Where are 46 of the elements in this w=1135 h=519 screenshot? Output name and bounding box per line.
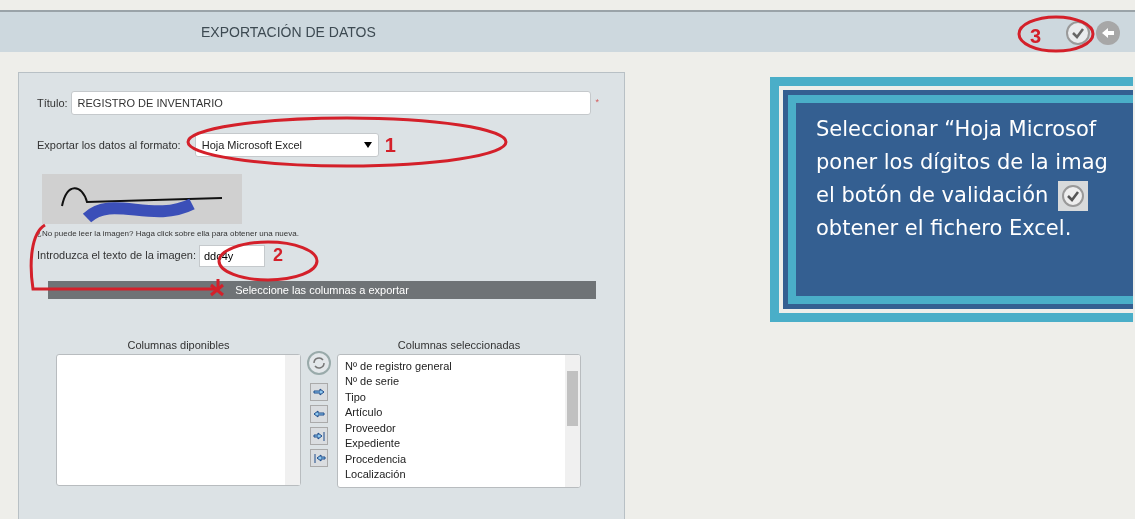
annotation-number: 2: [273, 244, 283, 267]
scrollbar[interactable]: [565, 354, 580, 487]
list-item[interactable]: Tipo: [345, 389, 564, 405]
list-item[interactable]: Expediente: [345, 436, 564, 452]
section-header: Seleccione las columnas a exportar: [48, 281, 596, 299]
move-right-button[interactable]: [310, 383, 328, 401]
checkmark-icon: [1058, 181, 1089, 211]
arrow-right-icon: [313, 388, 325, 396]
format-label: Exportar los datos al formato:: [37, 137, 181, 153]
refresh-icon: [312, 356, 326, 370]
scrollbar-thumb[interactable]: [567, 370, 578, 426]
annotation-number: 3: [1030, 24, 1042, 49]
arrow-left-icon: [1101, 27, 1115, 39]
list-label: Columnas diponibles: [127, 338, 230, 353]
required-mark: *: [595, 96, 600, 110]
arrow-right-bar-icon: [312, 431, 326, 441]
checkmark-icon: [1071, 27, 1085, 39]
move-all-left-button[interactable]: [310, 449, 328, 467]
refresh-button[interactable]: [307, 351, 331, 375]
selected-columns-list[interactable]: Nº de registro general Nº de serie Tipo Artículo Proveedor Expediente Procedencia Localización: [337, 353, 581, 488]
arrow-left-icon: [313, 410, 325, 418]
dropdown-caret-icon: [363, 142, 372, 148]
validate-button[interactable]: [1066, 21, 1090, 45]
list-item[interactable]: Nº de serie: [345, 374, 564, 390]
back-button[interactable]: [1096, 21, 1120, 45]
callout-text: el botón de validación: [816, 182, 1049, 210]
page-title: EXPORTACIÓN DE DATOS: [201, 22, 376, 42]
annotation-number: 1: [384, 133, 396, 158]
list-item[interactable]: Artículo: [345, 405, 564, 421]
title-field[interactable]: REGISTRO DE INVENTARIO: [70, 91, 591, 115]
arrow-left-bar-icon: [312, 453, 326, 463]
move-all-right-button[interactable]: [310, 427, 328, 445]
callout-text: obtener el fichero Excel.: [816, 215, 1072, 243]
format-dropdown[interactable]: Hoja Microsoft Excel: [194, 133, 379, 157]
list-item[interactable]: Procedencia: [345, 451, 564, 467]
callout-text: Seleccionar “Hoja Microsof: [816, 116, 1097, 144]
available-columns-list[interactable]: [56, 353, 301, 486]
scrollbar[interactable]: [285, 354, 300, 485]
callout-text: poner los dígitos de la imag: [816, 149, 1108, 177]
move-left-button[interactable]: [310, 405, 328, 423]
list-item[interactable]: Proveedor: [345, 420, 564, 436]
list-item[interactable]: Localización: [345, 467, 564, 483]
list-item[interactable]: Nº de registro general: [345, 358, 564, 374]
list-label: Columnas seleccionadas: [397, 338, 521, 353]
title-label: Título:: [37, 95, 68, 111]
captcha-label: Introduzca el texto de la imagen:: [37, 248, 196, 264]
